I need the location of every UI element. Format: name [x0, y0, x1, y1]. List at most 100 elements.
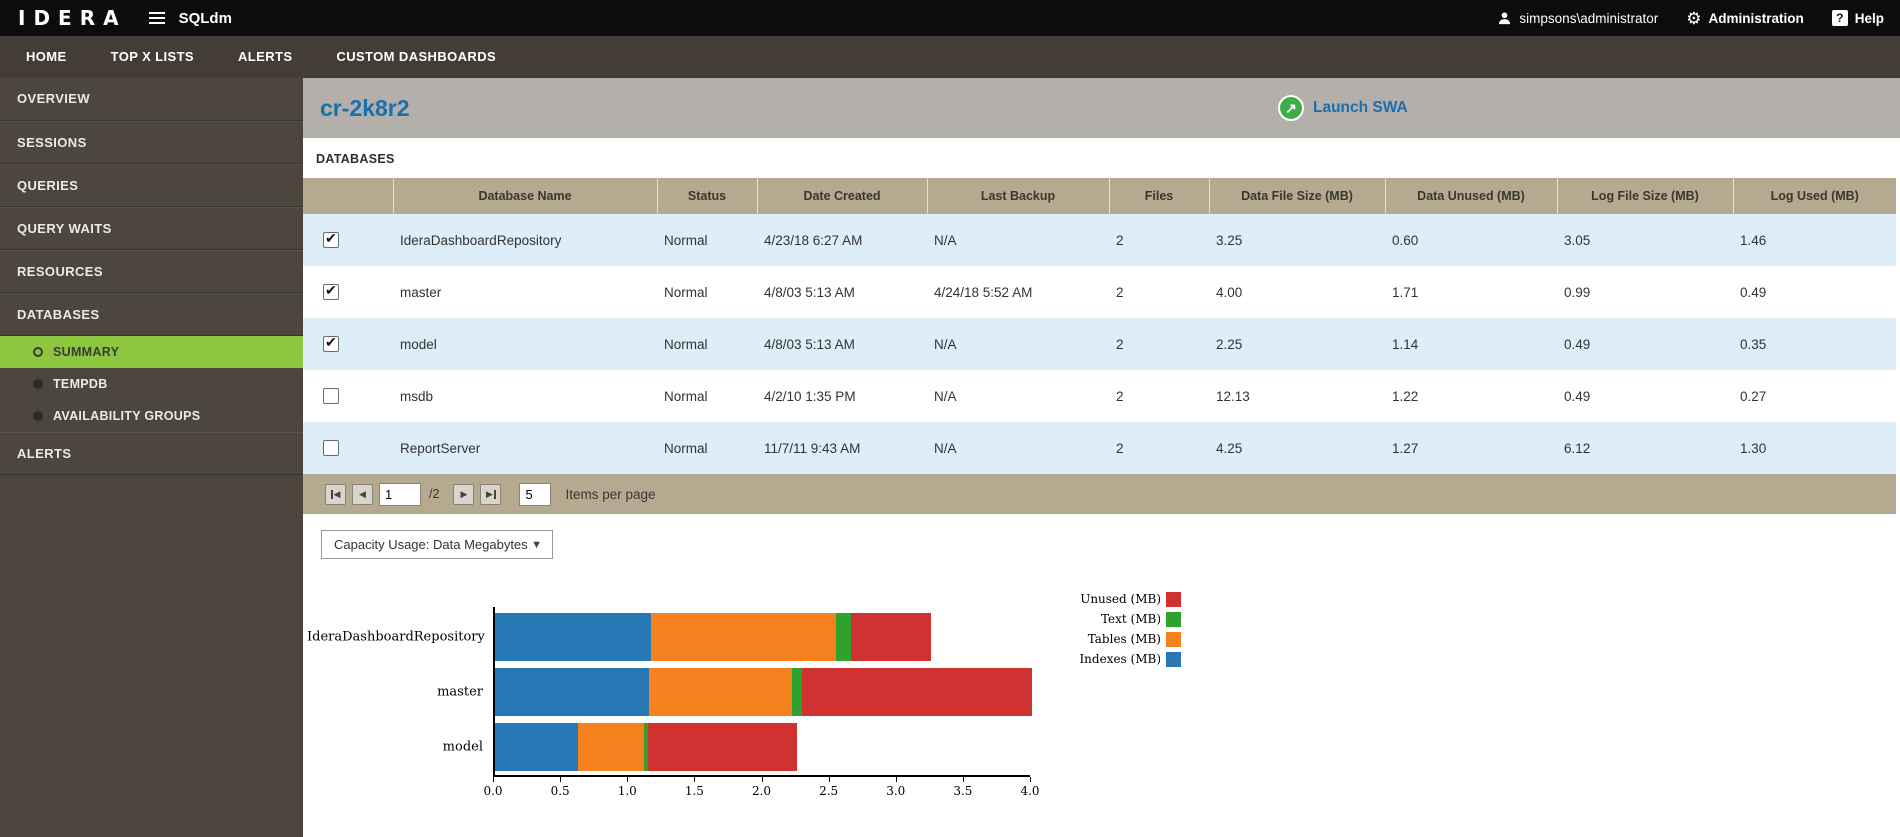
- column-header-data-unused-mb[interactable]: Data Unused (MB): [1384, 178, 1557, 214]
- nav-item-home[interactable]: HOME: [4, 36, 89, 78]
- username: simpsons\administrator: [1519, 10, 1659, 26]
- column-header-last-backup[interactable]: Last Backup: [926, 178, 1109, 214]
- cell-files: 2: [1109, 318, 1209, 370]
- user-menu[interactable]: simpsons\administrator: [1497, 11, 1658, 26]
- topbar-left: IDERA SQLdm: [18, 6, 232, 30]
- help-menu[interactable]: ? Help: [1831, 10, 1884, 26]
- column-header-log-used-mb[interactable]: Log Used (MB): [1732, 178, 1896, 214]
- sidebar-item-alerts[interactable]: ALERTS: [0, 432, 303, 475]
- legend-swatch: [1166, 651, 1181, 667]
- bar-segment-tables-mb: [649, 668, 792, 716]
- cell-database-name[interactable]: model: [393, 318, 657, 370]
- sidebar-item-availability-groups[interactable]: AVAILABILITY GROUPS: [0, 400, 303, 432]
- databases-table: Database Name Status Date Created Last Back…: [303, 178, 1896, 474]
- cell-database-name[interactable]: ReportServer: [393, 422, 657, 474]
- page-title: cr-2k8r2: [320, 94, 410, 121]
- cell-data-file-size-mb: 12.13: [1216, 388, 1250, 404]
- cell-files: 2: [1109, 214, 1209, 266]
- topbar-right: simpsons\administrator ⚙ Administration …: [1497, 10, 1884, 27]
- sidebar-item-label: SESSIONS: [17, 135, 87, 150]
- column-header-files[interactable]: Files: [1108, 178, 1209, 214]
- bar-segment-text-mb: [791, 668, 803, 716]
- cell-log-file-size-mb: 0.49: [1564, 388, 1591, 404]
- row-checkbox-cell: [303, 370, 393, 422]
- cell-date-created: 4/23/18 6:27 AM: [757, 214, 927, 266]
- x-tick-label: 0.5: [550, 784, 570, 798]
- row-checkbox[interactable]: [323, 388, 339, 405]
- cell-status: Normal: [657, 318, 757, 370]
- chevron-down-icon: ▼: [531, 538, 542, 551]
- bar-ideradashboardrepository: [495, 613, 932, 661]
- launch-swa-button[interactable]: ↗ Launch SWA: [1278, 78, 1408, 138]
- bullet-icon: [33, 347, 43, 357]
- sidebar-item-label: SUMMARY: [53, 345, 120, 359]
- sidebar-item-label: RESOURCES: [17, 264, 103, 279]
- category-label: model: [442, 739, 483, 755]
- nav-item-alerts[interactable]: ALERTS: [216, 36, 314, 78]
- pagination-next-button[interactable]: ▶: [453, 483, 475, 505]
- table-row: IderaDashboardRepositoryNormal4/23/18 6:…: [303, 214, 1896, 266]
- header-checkbox-cell: [303, 178, 393, 214]
- capacity-usage-selected: Capacity Usage: Data Megabytes: [334, 537, 528, 552]
- row-checkbox[interactable]: [323, 282, 339, 301]
- bar-segment-text-mb: [835, 613, 851, 661]
- cell-data-file-size-mb: 4.00: [1216, 284, 1243, 300]
- pagination-last-button[interactable]: ▶: [480, 483, 502, 505]
- column-header-log-file-size-mb[interactable]: Log File Size (MB): [1556, 178, 1733, 214]
- sidebar-item-resources[interactable]: RESOURCES: [0, 250, 303, 293]
- administration-menu[interactable]: ⚙ Administration: [1686, 10, 1804, 27]
- cell-database-name[interactable]: IderaDashboardRepository: [393, 214, 657, 266]
- items-per-page-input[interactable]: [519, 482, 552, 506]
- nav-item-custom-dashboards[interactable]: CUSTOM DASHBOARDS: [314, 36, 518, 78]
- sidebar-item-databases[interactable]: DATABASES: [0, 293, 303, 336]
- row-checkbox[interactable]: [323, 440, 339, 457]
- capacity-usage-dropdown[interactable]: Capacity Usage: Data Megabytes ▼: [321, 530, 553, 559]
- row-checkbox[interactable]: [323, 230, 339, 249]
- topbar: IDERA SQLdm simpsons\administrator ⚙ Adm…: [0, 0, 1900, 36]
- sidebar-item-queries[interactable]: QUERIES: [0, 164, 303, 207]
- cell-data-unused-mb: 1.27: [1385, 422, 1557, 474]
- menu-icon[interactable]: [148, 12, 165, 24]
- sidebar-item-sessions[interactable]: SESSIONS: [0, 121, 303, 164]
- x-tick: [1030, 777, 1031, 782]
- row-checkbox[interactable]: [323, 334, 339, 353]
- legend-swatch: [1166, 591, 1181, 607]
- page-number-input[interactable]: [379, 482, 421, 506]
- prev-page-icon: ◀: [359, 488, 366, 499]
- cell-log-file-size-mb: 6.12: [1557, 422, 1733, 474]
- page-total-label: /2: [429, 487, 440, 501]
- help-label: Help: [1854, 10, 1884, 26]
- cell-database-name[interactable]: msdb: [393, 370, 657, 422]
- column-header-date-created[interactable]: Date Created: [756, 178, 927, 214]
- sidebar-item-label: ALERTS: [17, 446, 72, 461]
- sidebar-item-summary[interactable]: SUMMARY: [0, 336, 303, 368]
- sidebar-item-query-waits[interactable]: QUERY WAITS: [0, 207, 303, 250]
- x-tick-label: 2.5: [819, 784, 839, 798]
- idera-logo: IDERA: [18, 6, 127, 30]
- cell-log-used-mb: 1.30: [1733, 422, 1896, 474]
- cell-status: Normal: [664, 388, 708, 404]
- cell-log-used-mb: 0.27: [1740, 388, 1767, 404]
- x-tick-label: 2.0: [751, 784, 772, 798]
- page-header: cr-2k8r2 ↗ Launch SWA: [303, 78, 1900, 138]
- sidebar-item-tempdb[interactable]: TEMPDB: [0, 368, 303, 400]
- column-header-status[interactable]: Status: [656, 178, 757, 214]
- legend-label: Text (MB): [1100, 612, 1161, 626]
- column-header-data-file-size-mb[interactable]: Data File Size (MB): [1208, 178, 1385, 214]
- databases-section-label: DATABASES: [316, 152, 395, 166]
- gear-icon: ⚙: [1686, 8, 1702, 28]
- sidebar-item-overview[interactable]: OVERVIEW: [0, 78, 303, 121]
- cell-data-file-size-mb: 2.25: [1209, 318, 1385, 370]
- x-tick: [761, 777, 763, 782]
- items-per-page-label: Items per page: [565, 486, 656, 502]
- column-header-database-name[interactable]: Database Name: [392, 178, 657, 214]
- pagination-first-button[interactable]: ◀: [325, 483, 346, 505]
- pagination-prev-button[interactable]: ◀: [352, 483, 373, 505]
- cell-database-name[interactable]: master: [393, 266, 657, 318]
- nav-item-top-x-lists[interactable]: TOP X LISTS: [89, 36, 216, 78]
- bars-area: [493, 607, 1032, 777]
- cell-data-unused-mb: 0.60: [1385, 214, 1557, 266]
- x-tick-label: 3.5: [953, 784, 973, 798]
- bar-segment-unused-mb: [802, 668, 1032, 716]
- bullet-icon: [33, 411, 43, 421]
